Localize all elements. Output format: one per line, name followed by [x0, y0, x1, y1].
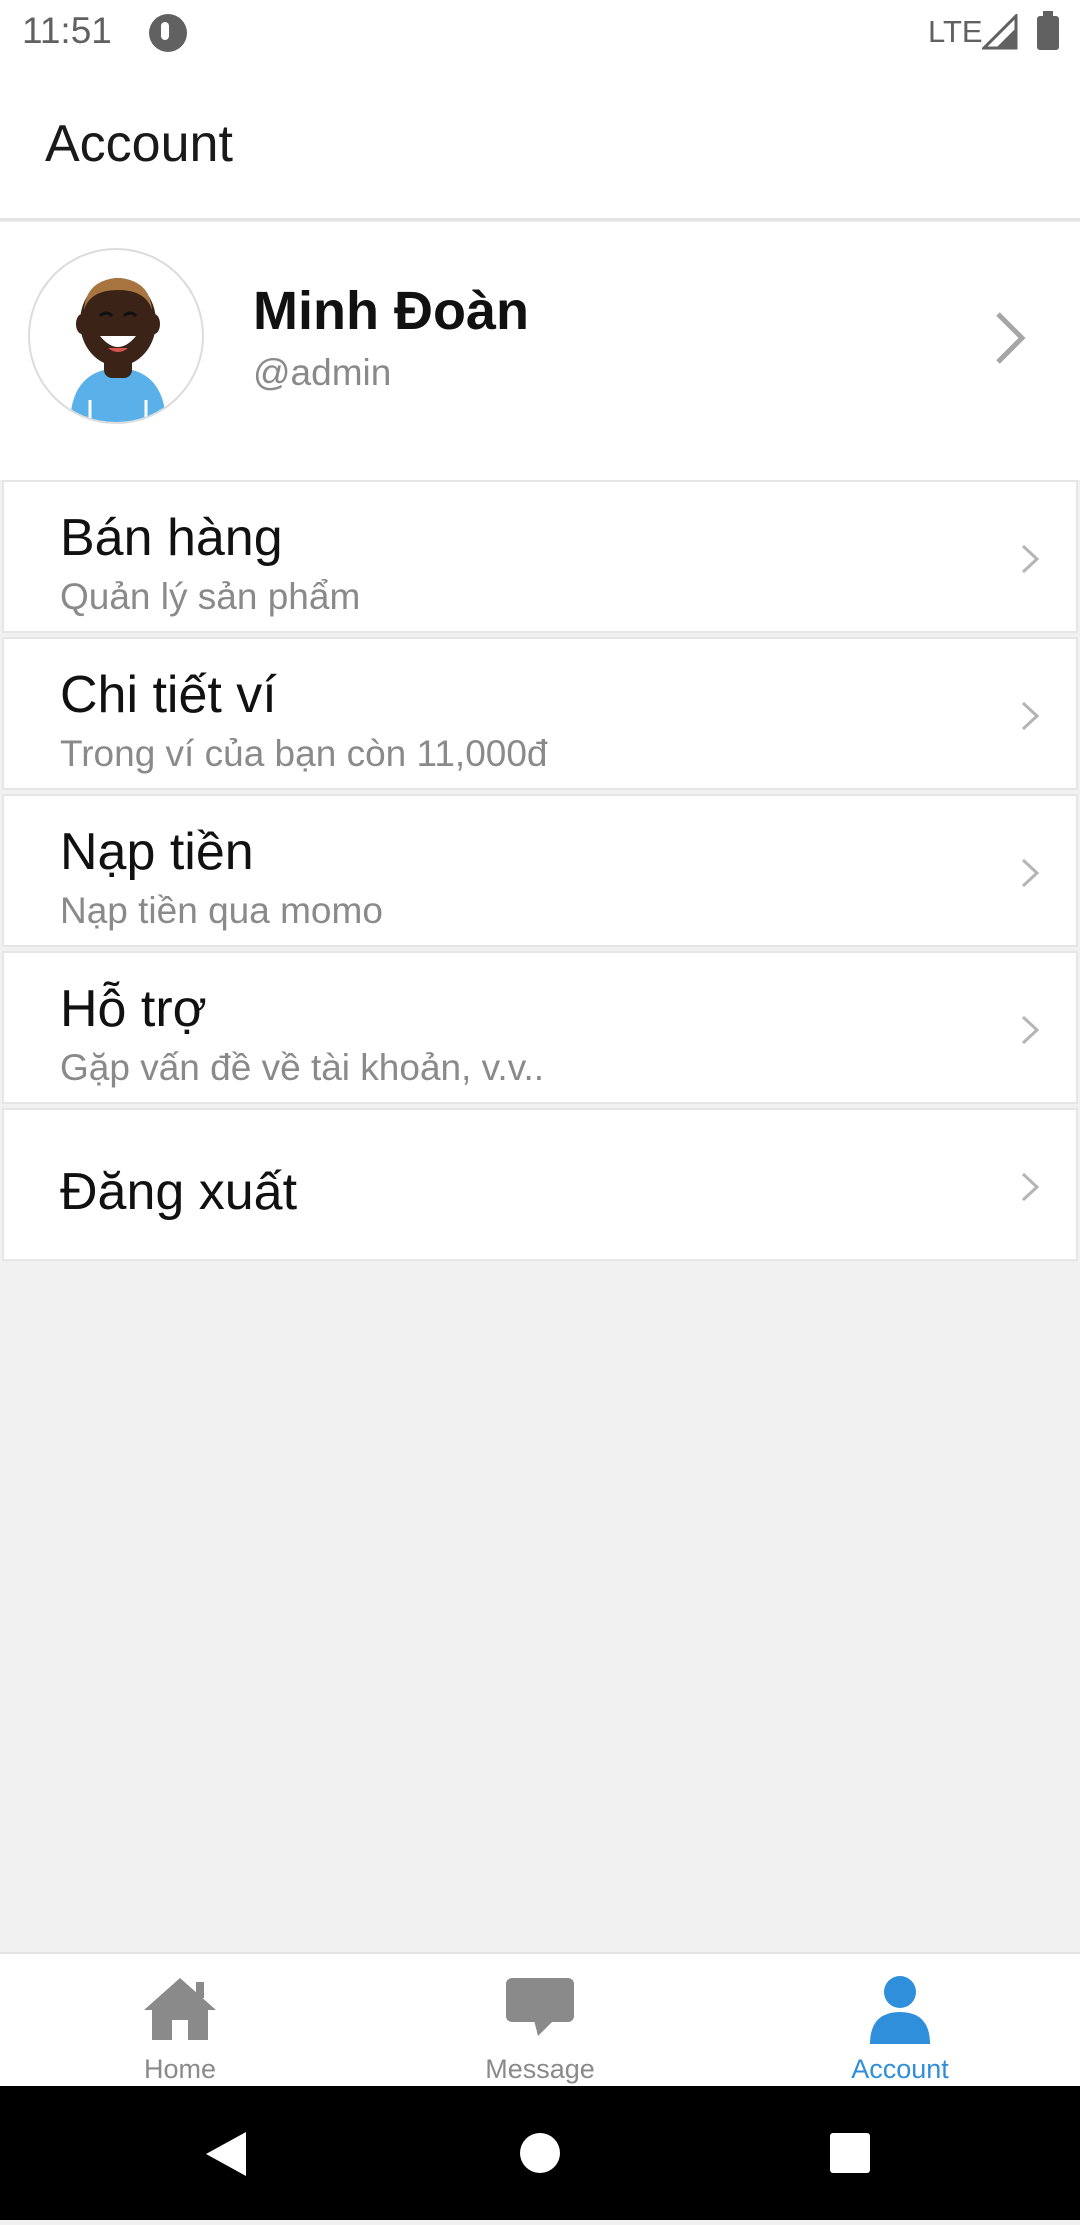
menu-item-label: Đăng xuất [60, 1163, 298, 1221]
account-icon [870, 1976, 930, 2044]
tab-label: Message [485, 2054, 595, 2084]
message-icon [506, 1978, 574, 2036]
profile-name: Minh Đoàn [253, 281, 529, 341]
avatar [28, 248, 204, 424]
tab-message[interactable]: Message [360, 1954, 720, 2088]
back-button[interactable] [166, 2086, 286, 2220]
chevron-right-icon [1020, 858, 1040, 893]
account-menu: Bán hàng Quản lý sản phẩm Chi tiết ví Tr… [2, 480, 1078, 1265]
page-title: Account [45, 115, 233, 173]
menu-item-support[interactable]: Hỗ trợ Gặp vấn đề về tài khoản, v.v.. [2, 951, 1078, 1104]
profile-card[interactable]: Minh Đoàn @admin [0, 222, 1080, 480]
chevron-right-icon [992, 310, 1028, 371]
menu-item-subtitle: Nạp tiền qua momo [60, 890, 383, 931]
system-nav-bar [0, 2086, 1080, 2220]
tab-home[interactable]: Home [0, 1954, 360, 2088]
tab-account[interactable]: Account [720, 1954, 1080, 2088]
chevron-right-icon [1020, 544, 1040, 579]
menu-item-label: Chi tiết ví [60, 666, 277, 724]
menu-item-sales[interactable]: Bán hàng Quản lý sản phẩm [2, 480, 1078, 633]
battery-icon [1037, 11, 1059, 50]
app-header: Account [0, 66, 1080, 220]
back-icon [206, 2132, 246, 2176]
chevron-right-icon [1020, 1172, 1040, 1207]
profile-handle: @admin [253, 352, 392, 393]
menu-item-wallet[interactable]: Chi tiết ví Trong ví của bạn còn 11,000đ [2, 637, 1078, 790]
menu-item-subtitle: Quản lý sản phẩm [60, 576, 361, 617]
menu-item-label: Nạp tiền [60, 823, 254, 881]
menu-item-logout[interactable]: Đăng xuất [2, 1108, 1078, 1261]
menu-item-subtitle: Trong ví của bạn còn 11,000đ [60, 733, 548, 774]
home-nav-button[interactable] [480, 2086, 600, 2220]
menu-item-top-up[interactable]: Nạp tiền Nạp tiền qua momo [2, 794, 1078, 947]
status-time: 11:51 [22, 10, 112, 51]
recents-button[interactable] [790, 2086, 910, 2220]
bottom-tab-bar: Home Message Account [0, 1952, 1080, 2086]
status-bar: 11:51 LTE [0, 0, 1080, 66]
menu-item-subtitle: Gặp vấn đề về tài khoản, v.v.. [60, 1047, 545, 1088]
tab-label: Home [143, 2054, 217, 2084]
chevron-right-icon [1020, 1015, 1040, 1050]
menu-item-label: Hỗ trợ [60, 980, 207, 1038]
network-type: LTE [928, 14, 983, 49]
signal-icon [980, 12, 1018, 55]
app-notification-icon [149, 14, 187, 52]
chevron-right-icon [1020, 701, 1040, 736]
home-icon [144, 1978, 216, 2040]
recents-icon [830, 2133, 870, 2173]
tab-label: Account [851, 2054, 949, 2084]
menu-item-label: Bán hàng [60, 509, 283, 567]
home-circle-icon [520, 2133, 560, 2173]
